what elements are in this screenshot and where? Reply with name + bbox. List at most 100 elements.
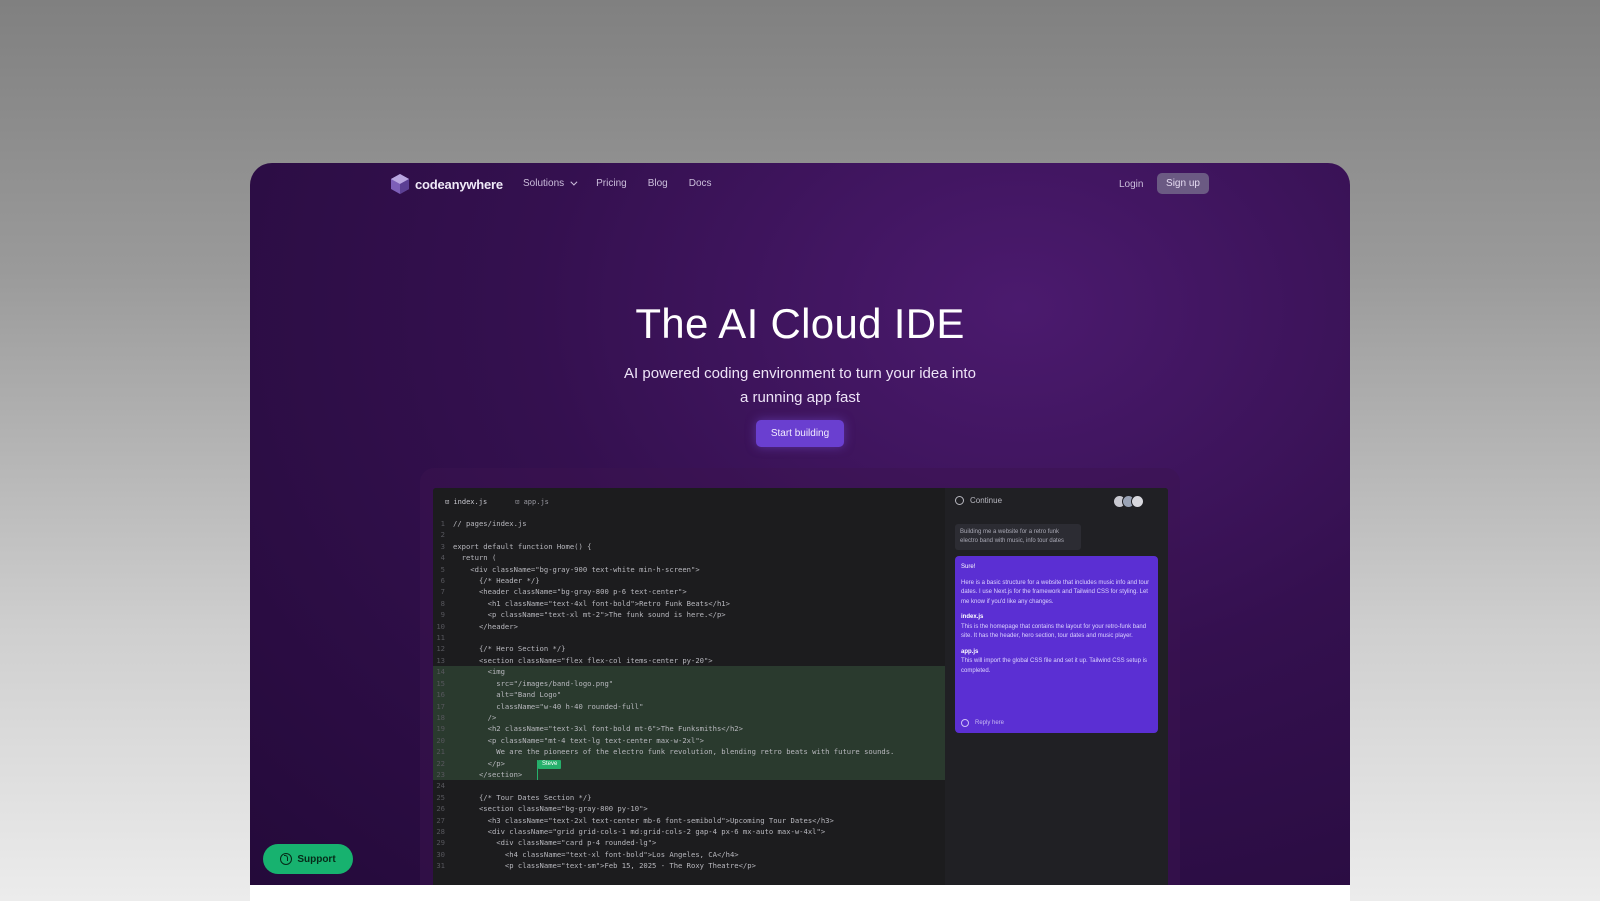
chat-title: Continue [970,496,1003,505]
code-line: 10 </header> [433,621,945,632]
code-line: 20 <p className="mt-4 text-lg text-cente… [433,734,945,747]
tab-app-js[interactable]: ⊡ app.js [515,498,549,506]
code-text: src="/images/band-logo.png" [453,678,614,688]
page-below-fold [250,885,1350,901]
code-line: 21 We are the pioneers of the electro fu… [433,746,945,758]
line-number: 28 [436,826,445,836]
line-number: 24 [436,781,445,791]
line-number: 12 [436,644,445,654]
line-number: 26 [436,804,445,814]
code-line: 5 <div className="bg-gray-900 text-white… [433,564,945,575]
code-line: 1 // pages/index.js [433,518,945,529]
login-link[interactable]: Login [1119,179,1143,190]
chat-reply-input[interactable]: Reply here [961,719,1004,729]
line-number: 3 [440,541,445,551]
line-number: 20 [436,735,445,745]
nav-link-solutions[interactable]: Solutions [523,178,578,189]
code-text: <p className="text-xl mt-2">The funk sou… [453,610,726,620]
code-text: /> [453,712,497,722]
line-number: 11 [436,633,445,643]
support-label: Support [297,853,336,865]
code-line: 23 </section> [433,768,945,781]
code-text: <div className="card p-4 rounded-lg"> [453,838,657,848]
start-building-button[interactable]: Start building [756,420,844,447]
line-number: 27 [436,815,445,825]
line-number: 16 [436,690,445,700]
collab-cursor-label: Steve [538,760,562,769]
line-number: 29 [436,838,445,848]
ai-section-text: This will import the global CSS file and… [961,658,1147,674]
line-number: 6 [440,576,445,586]
code-text: <section className="flex flex-col items-… [453,655,713,665]
line-number: 22 [436,758,445,768]
code-line: 12 {/* Hero Section */} [433,643,945,654]
continue-icon [961,719,969,728]
ide-preview: ⊡ index.js ⊡ app.js 1// pages/index.js 2 3… [433,488,1168,885]
code-text: <p className="text-sm">Feb 15, 2025 - Th… [453,861,756,871]
chevron-down-icon [570,178,578,186]
line-number: 1 [440,519,445,528]
code-text: // pages/index.js [453,519,527,528]
line-number: 9 [440,610,445,620]
ai-section-text: This is the homepage that contains the l… [961,623,1147,640]
line-number: 15 [436,678,445,688]
line-number: 14 [436,667,445,677]
code-text: <h4 className="text-xl font-bold">Los An… [453,849,739,859]
browser-viewport: codeanywhere Solutions Pricing Blog Docs… [250,163,1350,885]
signup-button[interactable]: Sign up [1157,173,1209,194]
line-number: 17 [436,701,445,711]
ai-response-intro: Here is a basic structure for a website … [961,579,1150,605]
brand-name: codeanywhere [415,176,503,192]
code-line: 15 src="/images/band-logo.png" [433,677,945,690]
code-line: 31 <p className="text-sm">Feb 15, 2025 -… [433,860,945,871]
nav-link-docs[interactable]: Docs [689,178,712,189]
code-text: {/* Hero Section */} [453,644,566,654]
code-text: We are the pioneers of the electro funk … [453,747,895,757]
code-line: 26 <section className="bg-gray-800 py-10… [433,803,945,814]
tab-label: index.js [453,498,488,506]
code-text: <div className="grid grid-cols-1 md:grid… [453,826,826,836]
code-line: 30 <h4 className="text-xl font-bold">Los… [433,849,945,860]
code-text: <section className="bg-gray-800 py-10"> [453,804,648,814]
code-text: </p> [453,758,505,768]
reply-placeholder: Reply here [975,719,1005,726]
ai-section-heading: index.js [961,614,984,620]
nav-links: Solutions Pricing Blog Docs [523,178,712,189]
ai-response-heading: Sure! [961,564,976,570]
code-text: <img [453,667,505,677]
help-icon [280,853,293,865]
brand-logo[interactable]: codeanywhere [390,173,503,195]
code-area[interactable]: 1 // pages/index.js 2 3 export default funct… [433,518,945,872]
chat-header: Continue [955,496,1002,505]
code-line: 13 <section className="flex flex-col ite… [433,655,945,666]
line-number: 5 [440,564,445,574]
code-text: {/* Header */} [453,576,540,586]
code-text: <h1 className="text-4xl font-bold">Retro… [453,598,730,608]
support-button[interactable]: Support [263,844,353,874]
nav-link-pricing[interactable]: Pricing [596,178,627,189]
continue-icon [955,496,964,505]
code-text: </header> [453,621,518,631]
code-editor: ⊡ index.js ⊡ app.js 1// pages/index.js 2 3… [433,488,945,885]
tab-index-js[interactable]: ⊡ index.js [445,498,487,506]
collaborator-avatars [1113,495,1144,508]
cube-logo-icon [391,174,409,194]
ai-section-heading: app.js [961,648,979,655]
line-number: 30 [436,849,445,859]
line-number: 21 [436,747,445,757]
hero-title: The AI Cloud IDE [635,300,965,347]
code-text: <h3 className="text-2xl text-center mb-6… [453,815,834,825]
code-text: </section> [453,769,523,779]
user-message: Building me a website for a retro funk e… [955,524,1081,550]
code-line: 3 export default function Home() { [433,541,945,552]
ai-response-card: Sure! Here is a basic structure for a we… [955,556,1158,733]
nav-link-blog[interactable]: Blog [648,178,668,189]
code-text: export default function Home() { [453,541,592,551]
code-line: 11 [433,632,945,643]
code-line: 14 <img [433,666,945,678]
code-line: 24 [433,780,945,791]
code-line: 2 [433,529,945,540]
code-line: 25 {/* Tour Dates Section */} [433,792,945,803]
line-number: 4 [440,553,445,563]
ai-chat-panel: Continue Building me a website for a ret… [945,488,1168,885]
